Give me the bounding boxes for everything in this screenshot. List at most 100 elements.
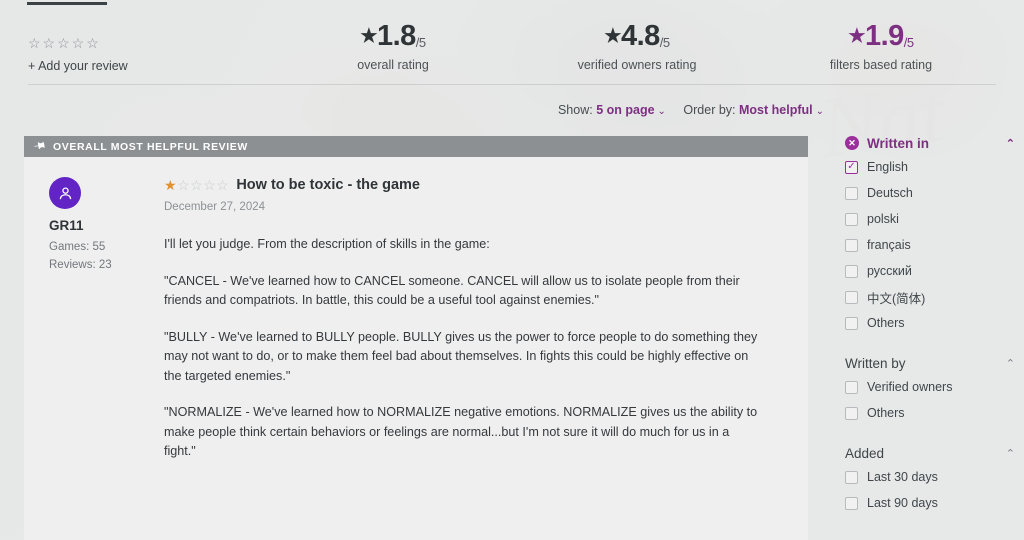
show-per-page-control[interactable]: Show: 5 on page ⌄: [558, 103, 666, 117]
filter-option-label: Verified owners: [867, 380, 953, 394]
filter-option--[interactable]: русский: [845, 258, 1015, 284]
review-card: OVERALL MOST HELPFUL REVIEW GR11 Games: …: [24, 136, 808, 540]
user-icon: [59, 186, 71, 199]
filter-option-polski[interactable]: polski: [845, 206, 1015, 232]
filter-option-others[interactable]: Others: [845, 400, 1015, 426]
rating-overall: ★1.8/5 overall rating: [330, 20, 456, 73]
checkbox-icon[interactable]: [845, 186, 858, 200]
checkbox-icon[interactable]: [845, 380, 858, 394]
review-title[interactable]: How to be toxic - the game: [236, 177, 420, 193]
add-your-review-link[interactable]: + Add your review: [28, 59, 128, 73]
filter-option-label: Last 30 days: [867, 470, 938, 484]
rating-overall-caption: overall rating: [357, 58, 429, 72]
clear-filter-icon[interactable]: ✕: [845, 136, 859, 150]
filter-option-english[interactable]: English: [845, 154, 1015, 180]
filter-option-label: русский: [867, 264, 912, 278]
filter-option-others[interactable]: Others: [845, 310, 1015, 336]
page-root: Nat ☆☆☆☆☆ + Add your review ★1.8/5 overa…: [0, 0, 1024, 540]
add-your-review-block[interactable]: ☆☆☆☆☆ + Add your review: [28, 36, 128, 73]
reviewer-games-count: Games: 55: [49, 241, 106, 253]
review-card-body: GR11 Games: 55 Reviews: 23 ★☆☆☆☆ How to …: [24, 157, 808, 462]
checkbox-icon[interactable]: [845, 212, 858, 226]
filter-option-label: Others: [867, 316, 905, 330]
filter-group-title: Written in: [867, 135, 929, 151]
reviewer-name[interactable]: GR11: [49, 218, 164, 233]
chevron-down-icon[interactable]: ⌄: [816, 106, 824, 117]
star-icon: ★: [164, 177, 178, 193]
checkbox-icon[interactable]: [845, 290, 858, 304]
review-title-row: ★☆☆☆☆ How to be toxic - the game: [164, 177, 786, 193]
rating-verified-owners-caption: verified owners rating: [577, 58, 697, 72]
filter-option-deutsch[interactable]: Deutsch: [845, 180, 1015, 206]
checkbox-icon[interactable]: [845, 264, 858, 278]
order-by-control[interactable]: Order by: Most helpful ⌄: [683, 103, 824, 117]
filter-option-label: English: [867, 160, 908, 174]
filter-group-header-written-by[interactable]: Written by ⌃: [845, 352, 1015, 374]
star-icon: ★: [848, 26, 865, 47]
avatar[interactable]: [49, 177, 81, 209]
ratings-divider: [28, 84, 996, 85]
filter-option-label: Last 90 days: [867, 496, 938, 510]
rating-filters-based-caption: filters based rating: [829, 58, 933, 72]
order-by-label: Order by:: [683, 103, 736, 117]
star-icon: ☆: [203, 177, 217, 193]
reviewer-reviews-count: Reviews: 23: [49, 258, 112, 271]
rating-overall-value: ★1.8/5: [360, 20, 426, 52]
filters-sidebar: ✕ Written in ⌃ English Deutsch polski français…: [845, 132, 1015, 524]
star-icon: ☆: [190, 177, 204, 193]
filter-group-written-by: Written by ⌃ Verified owners Others: [845, 352, 1015, 426]
star-icon: ★: [604, 26, 621, 47]
filter-option--[interactable]: 中文(简体): [845, 284, 1015, 310]
chevron-down-icon[interactable]: ⌄: [658, 106, 666, 117]
active-tab-underline: [27, 2, 107, 5]
filter-option-label: français: [867, 238, 911, 252]
review-paragraph: "NORMALIZE - We've learned how to NORMAL…: [164, 405, 758, 459]
filter-option-verified-owners[interactable]: Verified owners: [845, 374, 1015, 400]
filter-group-added: Added ⌃ Last 30 days Last 90 days: [845, 442, 1015, 516]
review-card-header-label: OVERALL MOST HELPFUL REVIEW: [53, 140, 248, 153]
filter-group-title: Added: [845, 445, 885, 461]
filter-option-last-30-days[interactable]: Last 30 days: [845, 464, 1015, 490]
chevron-up-icon[interactable]: ⌃: [1006, 357, 1015, 370]
filter-option-label: Others: [867, 406, 905, 420]
reviewer-block: GR11 Games: 55 Reviews: 23: [24, 177, 164, 462]
review-star-rating: ★☆☆☆☆: [164, 178, 229, 192]
rating-verified-owners: ★4.8/5 verified owners rating: [574, 20, 700, 73]
star-icon: ☆: [177, 177, 191, 193]
review-paragraph: I'll let you judge. From the description…: [164, 237, 490, 251]
star-icon: ★: [360, 26, 377, 47]
review-content: ★☆☆☆☆ How to be toxic - the game Decembe…: [164, 177, 808, 462]
chevron-up-icon[interactable]: ⌃: [1006, 137, 1015, 150]
review-paragraph: "CANCEL - We've learned how to CANCEL so…: [164, 273, 740, 308]
pin-icon: [31, 138, 48, 156]
show-label: Show:: [557, 103, 593, 117]
rating-filters-based-value: ★1.9/5: [848, 20, 914, 52]
order-by-value[interactable]: Most helpful: [739, 103, 813, 117]
chevron-up-icon[interactable]: ⌃: [1006, 447, 1015, 460]
filter-option-label: Deutsch: [867, 186, 913, 200]
star-icon: ☆: [216, 177, 230, 193]
checkbox-icon[interactable]: [845, 406, 858, 420]
review-date: December 27, 2024: [164, 201, 266, 213]
filter-option-label: 中文(简体): [867, 291, 926, 306]
ratings-summary-strip: ☆☆☆☆☆ + Add your review ★1.8/5 overall r…: [0, 14, 1024, 78]
filter-group-header-written-in[interactable]: ✕ Written in ⌃: [845, 132, 1015, 154]
checkbox-icon[interactable]: [845, 496, 858, 510]
checkbox-icon[interactable]: [845, 470, 858, 484]
reviewer-stats: Games: 55 Reviews: 23: [49, 239, 164, 275]
filter-option-last-90-days[interactable]: Last 90 days: [845, 490, 1015, 516]
checkbox-icon[interactable]: [845, 316, 858, 330]
add-review-stars-icon[interactable]: ☆☆☆☆☆: [28, 36, 128, 50]
filter-option-fran-ais[interactable]: français: [845, 232, 1015, 258]
reviews-toolbar: Show: 5 on page ⌄ Order by: Most helpful ⌄: [558, 103, 824, 117]
show-value[interactable]: 5 on page: [596, 103, 654, 117]
checkbox-icon[interactable]: [845, 238, 858, 252]
filter-group-header-added[interactable]: Added ⌃: [845, 442, 1015, 464]
filter-group-title: Written by: [845, 355, 906, 371]
filter-group-written-in: ✕ Written in ⌃ English Deutsch polski français…: [845, 132, 1015, 336]
review-paragraph: "BULLY - We've learned to BULLY people. …: [164, 329, 758, 383]
filter-option-label: polski: [867, 212, 899, 226]
rating-verified-owners-value: ★4.8/5: [604, 20, 670, 52]
checkbox-icon[interactable]: [845, 160, 858, 174]
review-card-header: OVERALL MOST HELPFUL REVIEW: [24, 136, 808, 157]
